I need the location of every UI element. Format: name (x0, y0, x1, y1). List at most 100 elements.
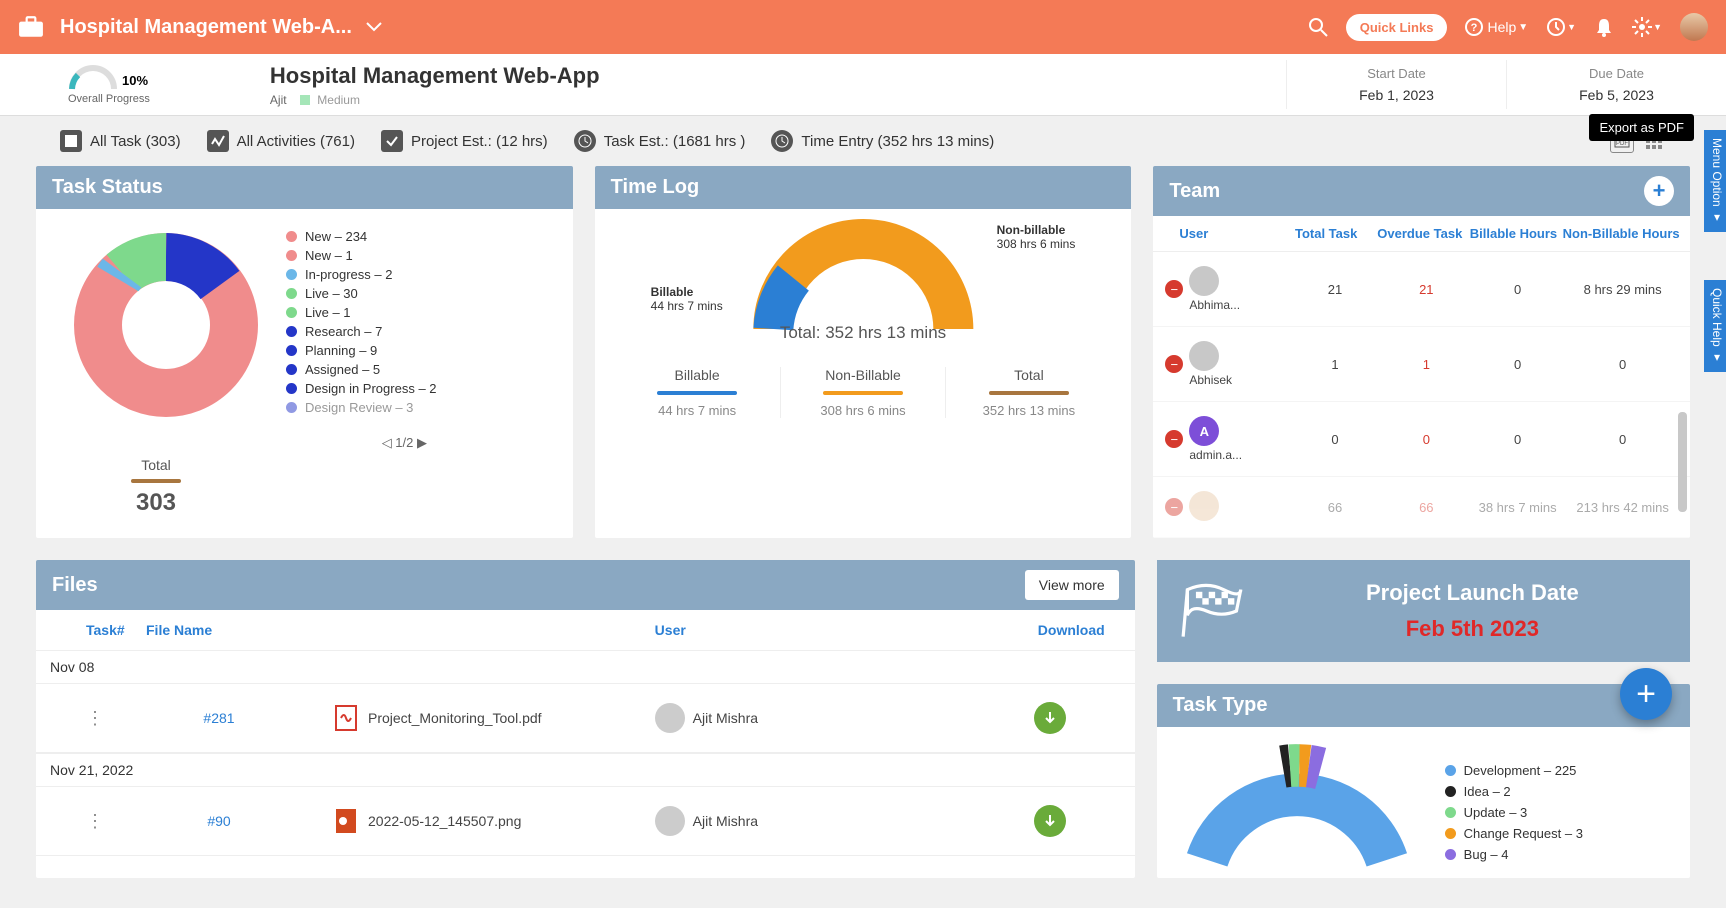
download-button[interactable] (1034, 805, 1066, 837)
download-button[interactable] (1034, 702, 1066, 734)
legend-item: Research – 7 (286, 324, 437, 339)
user-avatar-icon: A (1189, 416, 1219, 446)
gear-icon[interactable]: ▼ (1632, 17, 1662, 37)
remove-member-button[interactable]: − (1165, 430, 1183, 448)
briefcase-icon (18, 16, 44, 38)
file-date-group: Nov 21, 2022 (36, 753, 1135, 787)
add-team-member-button[interactable]: + (1644, 176, 1674, 206)
time-log-col: Billable44 hrs 7 mins (615, 367, 781, 418)
team-row: − Abhisek 1 1 0 0 (1153, 327, 1690, 402)
help-button[interactable]: ? Help▼ (1465, 18, 1528, 36)
task-status-panel: Task Status New – 234New – 1In-progress … (36, 166, 573, 538)
pdf-file-icon (334, 704, 358, 732)
file-name: Project_Monitoring_Tool.pdf (368, 710, 542, 726)
legend-item: Live – 30 (286, 286, 437, 301)
legend-item: In-progress – 2 (286, 267, 437, 282)
legend-item: Idea – 2 (1445, 784, 1583, 799)
nonbillable-label: Non-billable308 hrs 6 mins (997, 223, 1076, 251)
legend-pager[interactable]: ◁ 1/2 ▶ (236, 435, 573, 451)
user-avatar-icon (1189, 341, 1219, 371)
task-type-donut (1177, 737, 1417, 868)
task-link[interactable]: #90 (104, 813, 334, 829)
team-table-header: User Total Task Overdue Task Billable Ho… (1153, 216, 1690, 252)
stat-task-est[interactable]: Task Est.: (1681 hrs ) (574, 130, 746, 152)
task-type-legend: Development – 225 Idea – 2 Update – 3 Chang… (1417, 737, 1583, 868)
project-title[interactable]: Hospital Management Web-A... (60, 16, 352, 39)
launch-title: Project Launch Date (1279, 580, 1666, 606)
history-icon[interactable]: ▼ (1546, 17, 1576, 37)
user-avatar[interactable] (1680, 13, 1708, 41)
legend-item: Bug – 4 (1445, 847, 1583, 862)
legend-item: Planning – 9 (286, 343, 437, 358)
user-avatar-icon (1189, 491, 1219, 521)
user-avatar-icon (1189, 266, 1219, 296)
search-icon[interactable] (1308, 17, 1328, 37)
stat-all-task[interactable]: All Task (303) (60, 130, 181, 152)
remove-member-button[interactable]: − (1165, 280, 1183, 298)
panel-title: Task Type (1157, 684, 1690, 727)
file-row: ⋮ #281 Project_Monitoring_Tool.pdf Ajit … (36, 684, 1135, 753)
file-row: ⋮ #90 2022-05-12_145507.png Ajit Mishra (36, 787, 1135, 856)
team-panel: Team + User Total Task Overdue Task Bill… (1153, 166, 1690, 538)
task-type-panel: Task Type Development – 225 Idea – 2 Updat… (1157, 684, 1690, 878)
project-subtitle: Ajit Medium (270, 93, 600, 107)
svg-text:?: ? (1471, 22, 1478, 34)
billable-label: Billable44 hrs 7 mins (651, 285, 723, 313)
bell-icon[interactable] (1594, 17, 1614, 37)
remove-member-button[interactable]: − (1165, 355, 1183, 373)
stats-row: All Task (303) All Activities (761) Proj… (0, 116, 1726, 166)
time-log-chart: Billable44 hrs 7 mins Non-billable308 hr… (615, 219, 1112, 349)
legend-item: Design in Progress – 2 (286, 381, 437, 396)
activity-icon (207, 130, 229, 152)
kebab-menu-icon[interactable]: ⋮ (86, 811, 104, 832)
progress-label: Overall Progress (68, 93, 150, 105)
menu-option-tab[interactable]: Menu Option ▾ (1704, 130, 1726, 232)
panel-title: Task Status (36, 166, 573, 209)
overall-progress-gauge: 10% Overall Progress (68, 65, 150, 105)
stat-all-activities[interactable]: All Activities (761) (207, 130, 355, 152)
checkbox-icon (60, 130, 82, 152)
export-pdf-tooltip: Export as PDF (1589, 114, 1694, 141)
launch-date: Feb 5th 2023 (1279, 616, 1666, 642)
quick-links-button[interactable]: Quick Links (1346, 14, 1448, 41)
time-log-summary: Billable44 hrs 7 minsNon-Billable308 hrs… (615, 367, 1112, 418)
topbar: Hospital Management Web-A... Quick Links… (0, 0, 1726, 54)
stat-time-entry[interactable]: Time Entry (352 hrs 13 mins) (771, 130, 994, 152)
quick-help-tab[interactable]: Quick Help ▾ (1704, 280, 1726, 372)
legend-item: Change Request – 3 (1445, 826, 1583, 841)
task-link[interactable]: #281 (104, 710, 334, 726)
launch-date-panel: Project Launch Date Feb 5th 2023 (1157, 560, 1690, 662)
time-log-col: Non-Billable308 hrs 6 mins (781, 367, 947, 418)
time-log-panel: Time Log Billable44 hrs 7 mins Non-billa… (595, 166, 1132, 538)
task-status-donut (66, 225, 266, 425)
project-name: Hospital Management Web-App (270, 63, 600, 89)
priority-chip (300, 95, 310, 105)
view-more-button[interactable]: View more (1025, 570, 1119, 600)
legend-item: New – 1 (286, 248, 437, 263)
legend-item: Design Review – 3 (286, 400, 437, 415)
file-name: 2022-05-12_145507.png (368, 813, 521, 829)
due-date: Due Date Feb 5, 2023 (1506, 60, 1726, 109)
project-header: 10% Overall Progress Hospital Management… (0, 54, 1726, 116)
files-table-header: Task# File Name User Download (36, 610, 1135, 650)
scrollbar[interactable] (1678, 412, 1687, 512)
add-fab-button[interactable]: + (1620, 668, 1672, 720)
legend-item: Update – 3 (1445, 805, 1583, 820)
remove-member-button[interactable]: − (1165, 498, 1183, 516)
check-icon (381, 130, 403, 152)
panel-title: Team (1169, 180, 1220, 203)
total-label: Total: 352 hrs 13 mins (615, 323, 1112, 343)
legend-item: Development – 225 (1445, 763, 1583, 778)
stat-project-est[interactable]: Project Est.: (12 hrs) (381, 130, 548, 152)
clock-icon (771, 130, 793, 152)
panel-title: Time Log (595, 166, 1132, 209)
legend-item: Assigned – 5 (286, 362, 437, 377)
flag-icon (1181, 583, 1245, 639)
team-row: − Aadmin.a... 0 0 0 0 (1153, 402, 1690, 477)
clock-icon (574, 130, 596, 152)
user-avatar-icon (655, 806, 685, 836)
team-row: − 66 66 38 hrs 7 mins 213 hrs 42 mins (1153, 477, 1690, 538)
kebab-menu-icon[interactable]: ⋮ (86, 708, 104, 729)
chevron-down-icon[interactable] (366, 22, 382, 32)
svg-text:PDF: PDF (1616, 141, 1628, 147)
